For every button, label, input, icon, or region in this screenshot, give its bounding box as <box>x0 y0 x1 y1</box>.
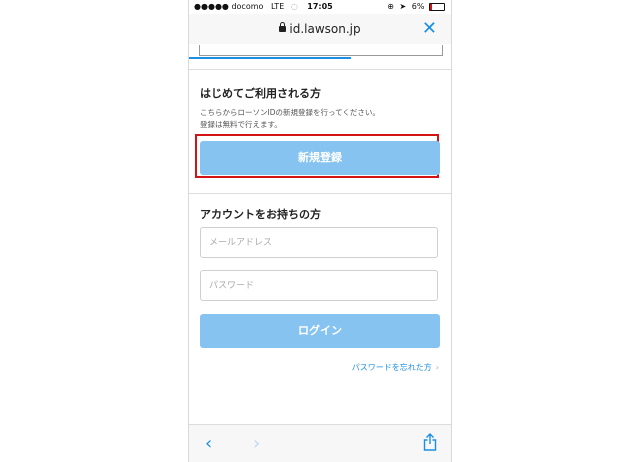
chevron-right-icon: › <box>435 363 439 372</box>
url-display[interactable]: id.lawson.jp <box>189 22 451 36</box>
location-icon: ➤ <box>399 2 407 11</box>
phone-screen: ●●●●● docomo LTE ◌ 17:05 ⊕ ➤ 6% id.lawso… <box>188 0 452 462</box>
forgot-password-label: パスワードを忘れた方 <box>351 363 432 372</box>
url-text: id.lawson.jp <box>289 22 361 36</box>
share-icon[interactable] <box>423 433 437 455</box>
account-heading: アカウントをお持ちの方 <box>200 208 321 221</box>
lock-icon <box>279 22 287 32</box>
page-load-progress <box>189 57 352 59</box>
back-icon[interactable]: ‹ <box>205 433 212 454</box>
close-icon[interactable]: ✕ <box>422 18 437 39</box>
forgot-password-link[interactable]: パスワードを忘れた方 › <box>352 362 439 373</box>
previous-field-bottom <box>199 45 443 56</box>
divider <box>189 193 451 194</box>
new-user-heading: はじめてご利用される方 <box>200 87 321 100</box>
battery-icon <box>429 2 445 11</box>
rotation-lock-icon: ⊕ <box>387 2 394 11</box>
address-bar[interactable]: id.lawson.jp ✕ <box>189 14 451 59</box>
password-field[interactable] <box>200 270 438 301</box>
login-button[interactable]: ログイン <box>200 314 440 348</box>
new-user-description: こちらからローソンIDの新規登録を行ってください。 登録は無料で行えます。 <box>200 107 380 131</box>
status-right: ⊕ ➤ 6% <box>387 2 445 11</box>
new-user-desc-line1: こちらからローソンIDの新規登録を行ってください。 <box>200 108 380 117</box>
register-button[interactable]: 新規登録 <box>200 141 440 175</box>
email-field[interactable] <box>200 227 438 258</box>
battery-label: 6% <box>411 2 425 11</box>
status-bar: ●●●●● docomo LTE ◌ 17:05 ⊕ ➤ 6% <box>189 0 451 14</box>
browser-toolbar: ‹ › <box>189 424 451 462</box>
forward-icon[interactable]: › <box>253 433 260 454</box>
divider <box>189 69 451 70</box>
new-user-desc-line2: 登録は無料で行えます。 <box>200 120 282 129</box>
